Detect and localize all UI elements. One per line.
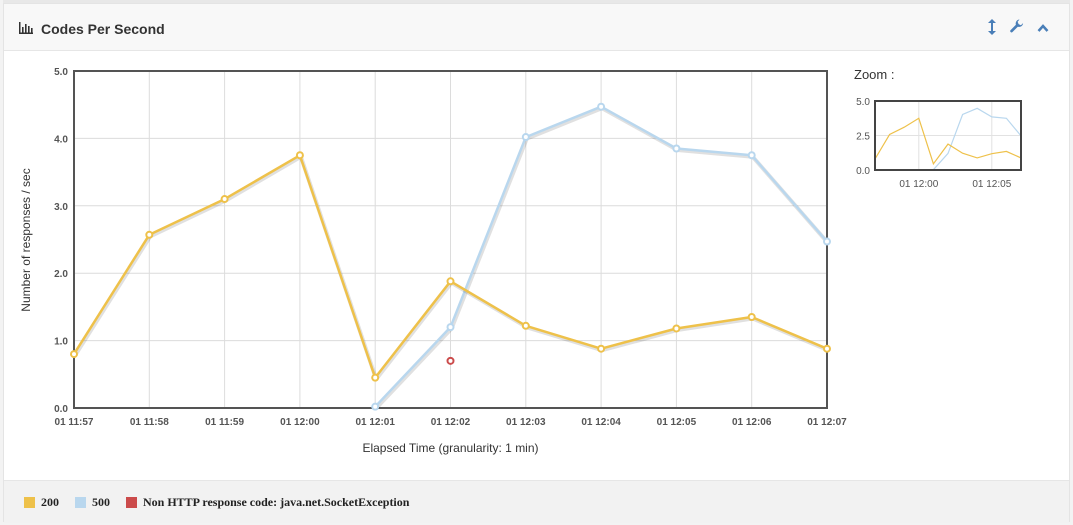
data-point — [371, 402, 380, 411]
x-tick-label: 01 11:57 — [55, 417, 94, 428]
x-tick-label: 01 12:06 — [732, 417, 772, 428]
data-point — [446, 356, 455, 365]
legend-label-socket-exception: Non HTTP response code: java.net.SocketE… — [143, 494, 410, 509]
data-point — [672, 324, 681, 333]
data-point — [597, 344, 606, 353]
data-point — [672, 144, 681, 153]
x-axis-label: Elapsed Time (granularity: 1 min) — [362, 441, 538, 455]
zoom-y-tick-label: 0.0 — [856, 166, 870, 177]
y-tick-label: 2.0 — [54, 269, 68, 280]
data-point — [446, 277, 455, 286]
data-point — [446, 323, 455, 332]
data-point — [145, 230, 154, 239]
legend-label-200: 200 — [41, 494, 59, 509]
y-axis-label: Number of responses / sec — [19, 168, 33, 311]
zoom-x-tick-label: 01 12:00 — [899, 179, 938, 190]
data-point — [295, 151, 304, 160]
main-chart[interactable]: 0.0 1.0 2.0 3.0 4.0 5.0 01 11:57 01 11:58 01 11:… — [0, 0, 1073, 476]
y-tick-label: 1.0 — [54, 337, 68, 348]
y-tick-label: 0.0 — [54, 404, 68, 415]
data-point — [70, 350, 78, 359]
legend-item-socket-exception[interactable]: Non HTTP response code: java.net.SocketE… — [126, 495, 409, 509]
data-point — [521, 321, 530, 330]
y-tick-label: 5.0 — [54, 67, 68, 78]
x-tick-label: 01 12:07 — [807, 417, 847, 428]
legend-swatch-500 — [75, 496, 86, 508]
x-tick-label: 01 12:03 — [506, 417, 546, 428]
legend-swatch-200 — [24, 496, 35, 508]
x-tick-label: 01 12:01 — [355, 417, 395, 428]
legend-label-500: 500 — [92, 494, 110, 509]
legend-swatch-socket-exception — [126, 496, 137, 508]
x-tick-label: 01 11:59 — [205, 417, 244, 428]
x-tick-label: 01 12:04 — [581, 417, 621, 428]
zoom-y-tick-label: 2.5 — [856, 132, 870, 143]
x-tick-label: 01 11:58 — [130, 417, 169, 428]
data-point — [823, 344, 831, 353]
data-point — [371, 373, 380, 382]
data-point — [747, 151, 756, 160]
data-point — [597, 102, 606, 111]
legend-item-500[interactable]: 500 — [75, 495, 110, 509]
y-tick-label: 4.0 — [54, 134, 68, 145]
x-tick-label: 01 12:05 — [657, 417, 697, 428]
data-point — [521, 133, 530, 142]
x-tick-label: 01 12:00 — [280, 417, 320, 428]
legend-item-200[interactable]: 200 — [24, 495, 59, 509]
data-point — [747, 313, 756, 322]
legend: 200 500 Non HTTP response code: java.net… — [4, 480, 1069, 523]
y-tick-label: 3.0 — [54, 202, 68, 213]
x-tick-label: 01 12:02 — [431, 417, 471, 428]
data-point — [220, 195, 229, 204]
zoom-x-tick-label: 01 12:05 — [972, 179, 1011, 190]
zoom-overview-chart[interactable]: 0.0 2.5 5.0 01 12:00 01 12:05 — [856, 97, 1022, 190]
zoom-y-tick-label: 5.0 — [856, 97, 870, 108]
data-point — [823, 237, 831, 246]
